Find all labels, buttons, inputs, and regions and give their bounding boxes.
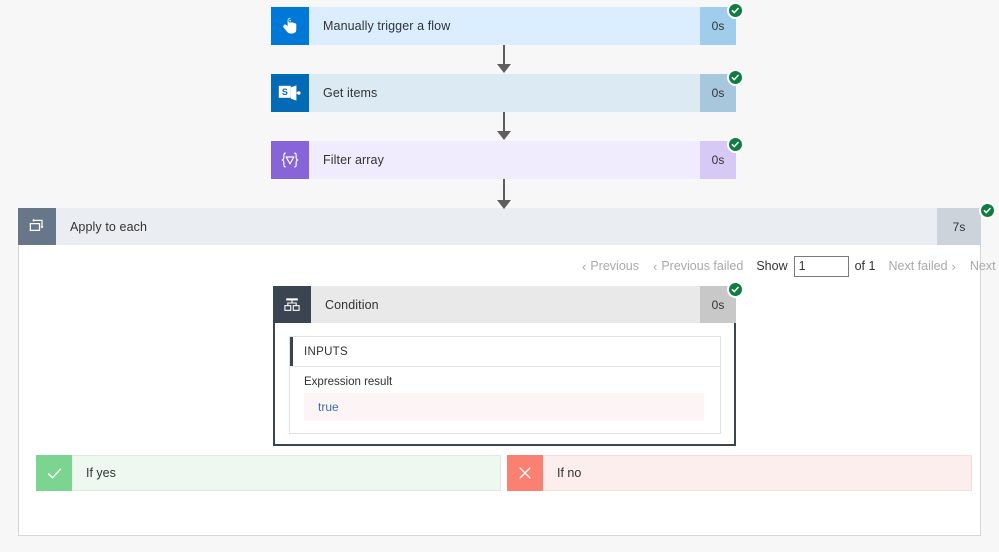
filter-array-icon [271,141,309,179]
previous-label: Previous [590,259,639,273]
status-badge-succeeded [727,136,744,153]
previous-failed-label: Previous failed [661,259,744,273]
close-x-icon [507,455,543,491]
previous-failed-button[interactable]: ‹ Previous failed [646,259,750,273]
condition-inputs-box: INPUTS Expression result true [289,336,721,434]
show-label: Show [756,259,788,273]
condition-branch-icon [273,286,311,323]
flow-node-apply-to-each[interactable]: Apply to each 7s [18,208,981,245]
connector-arrow [497,112,511,140]
flow-node-label: Filter array [309,141,700,179]
chevron-left-icon: ‹ [582,258,587,274]
status-badge-succeeded [727,281,744,298]
flow-node-label: Get items [309,74,700,112]
iteration-pager: ‹ Previous ‹ Previous failed Show of 1 N… [575,255,999,277]
next-failed-button[interactable]: Next failed › [881,259,962,273]
connector-arrow [497,179,511,209]
status-badge-succeeded [979,202,996,219]
tap-hand-icon [271,7,309,45]
flow-node-get-items[interactable]: S Get items 0s [271,74,736,112]
loop-icon [18,208,56,245]
previous-button[interactable]: ‹ Previous [575,259,646,273]
expression-result-label: Expression result [304,376,393,388]
branch-if-yes[interactable]: If yes [36,455,501,491]
chevron-right-icon: › [951,258,956,274]
show-iteration-input[interactable] [793,255,849,277]
flow-node-manually-trigger-a-flow[interactable]: Manually trigger a flow 0s [271,7,736,45]
flow-node-label: Apply to each [56,208,937,245]
flow-node-duration: 7s [937,208,981,245]
section-accent-bar [290,337,293,366]
flow-node-condition[interactable]: Condition 0s [273,286,736,323]
sharepoint-icon: S [271,74,309,112]
of-total-label: of 1 [854,259,876,273]
flow-node-label: Condition [311,286,700,323]
branch-label: If no [543,455,972,491]
chevron-left-icon: ‹ [652,258,658,274]
inputs-title: INPUTS [304,345,348,358]
next-label: Next [969,259,996,273]
flow-node-label: Manually trigger a flow [309,7,700,45]
branch-label: If yes [72,455,501,491]
check-icon [36,455,72,491]
expression-result-value: true [318,400,339,414]
connector-arrow [497,45,511,73]
next-button[interactable]: Next › [963,259,999,273]
branch-if-no[interactable]: If no [507,455,972,491]
expression-result-value-box: true [304,393,704,421]
flow-node-filter-array[interactable]: Filter array 0s [271,141,736,179]
inputs-section-header: INPUTS [290,337,720,367]
status-badge-succeeded [727,69,744,86]
status-badge-succeeded [727,2,744,19]
svg-text:S: S [282,87,288,97]
next-failed-label: Next failed [888,259,948,273]
